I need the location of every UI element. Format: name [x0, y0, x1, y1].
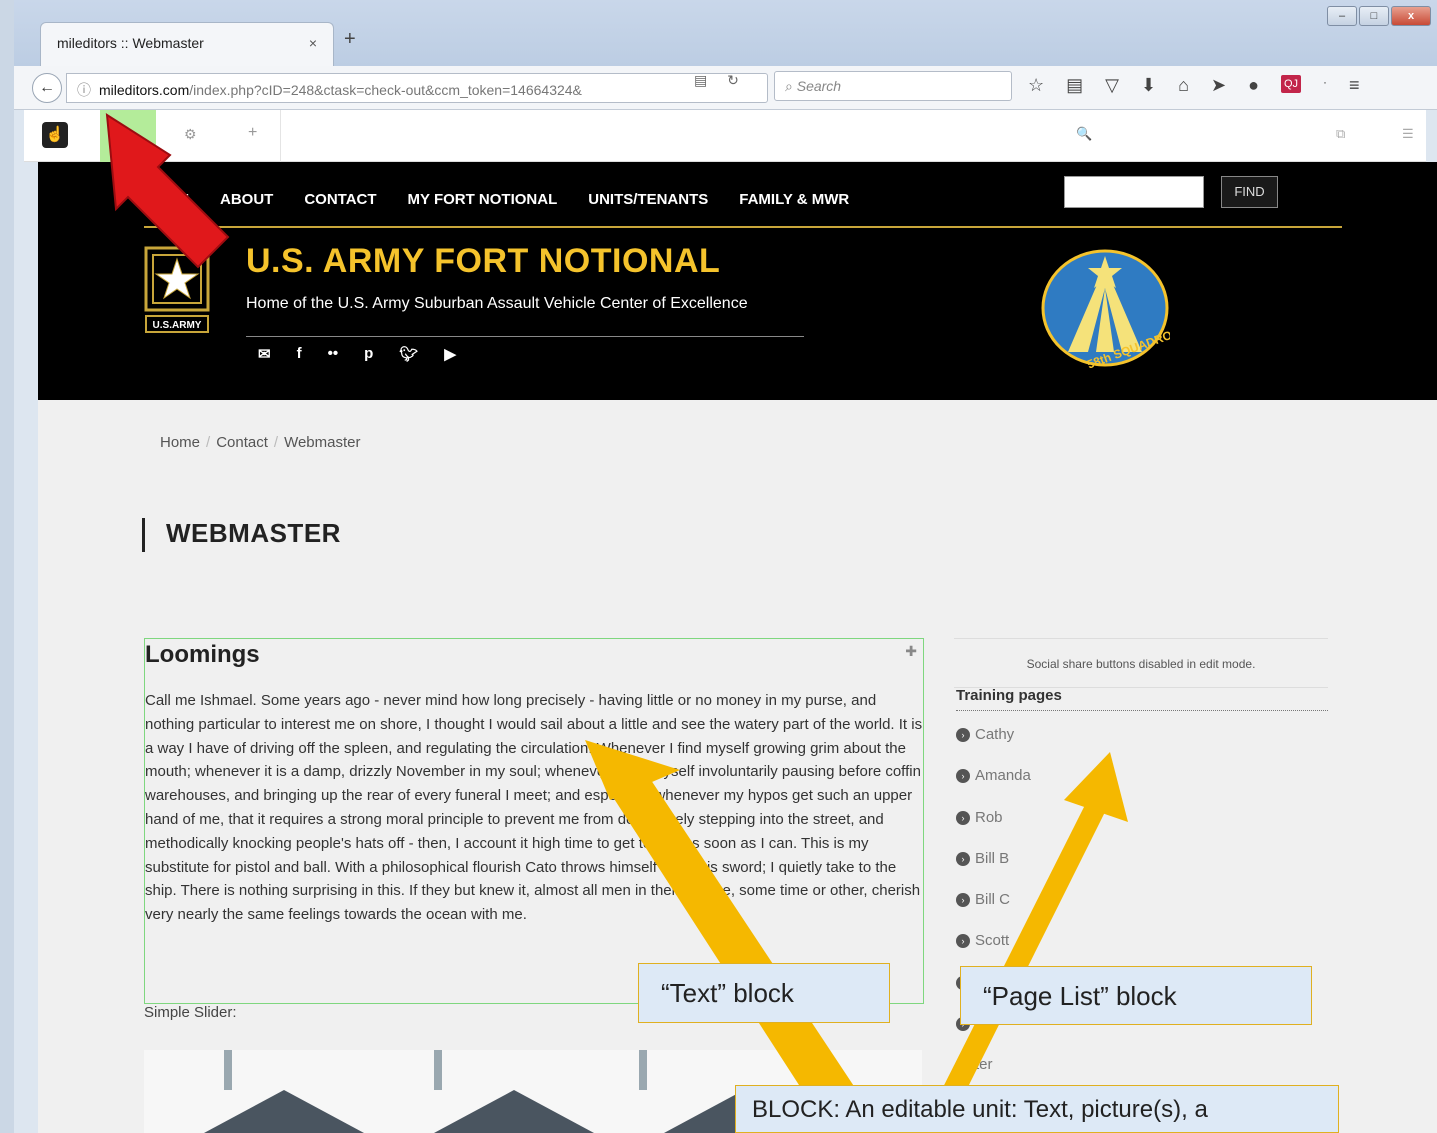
- bookmark-star-icon[interactable]: ☆: [1028, 75, 1044, 96]
- chevron-right-icon: ›: [956, 851, 970, 866]
- dashboard-icon[interactable]: ☰: [1402, 126, 1414, 142]
- flickr-icon[interactable]: ••: [328, 345, 339, 363]
- breadcrumb-current: Webmaster: [284, 434, 361, 451]
- page-list-item[interactable]: › Bill C: [956, 891, 1031, 932]
- url-bar[interactable]: ⓘ mileditors.com/index.php?cID=248&ctask=…: [66, 73, 768, 103]
- window-controls: – □ x: [1327, 6, 1431, 26]
- add-block-icon[interactable]: +: [248, 124, 257, 142]
- site-subtitle: Home of the U.S. Army Suburban Assault V…: [246, 295, 748, 312]
- search-placeholder: Search: [796, 78, 842, 94]
- facebook-icon[interactable]: f: [297, 345, 302, 363]
- block-definition-label: BLOCK: An editable unit: Text, picture(s…: [752, 1096, 1208, 1123]
- page-list-title: Training pages: [956, 687, 1328, 711]
- page-title: WEBMASTER: [142, 518, 341, 552]
- maximize-button[interactable]: □: [1359, 6, 1389, 26]
- move-handle-icon[interactable]: ✚: [905, 643, 917, 660]
- page-list: › Cathy › Amanda › Rob › Bill B › Bill C › Sco…: [956, 726, 1031, 1098]
- search-bar[interactable]: ⌕ Search: [774, 71, 1012, 101]
- chevron-right-icon: ›: [956, 810, 970, 825]
- slider-label: Simple Slider:: [144, 1004, 237, 1021]
- url-path: /index.php?cID=248&ctask=check-out&ccm_t…: [189, 82, 582, 98]
- page-list-callout-label: “Page List” block: [983, 981, 1177, 1011]
- site-header: HOME ABOUT CONTACT MY FORT NOTIONAL UNIT…: [38, 162, 1437, 400]
- sitemap-icon[interactable]: ⧉: [1336, 126, 1345, 142]
- main-nav: HOME ABOUT CONTACT MY FORT NOTIONAL UNIT…: [144, 191, 849, 208]
- page-list-item[interactable]: › Rob: [956, 809, 1031, 850]
- nav-about[interactable]: ABOUT: [220, 191, 273, 208]
- new-tab-button[interactable]: +: [344, 28, 356, 51]
- page-list-callout: “Page List” block: [960, 966, 1312, 1025]
- reader-view-icon[interactable]: ▤: [694, 72, 707, 88]
- chevron-right-icon: ›: [956, 769, 970, 784]
- pocket-icon[interactable]: ▽: [1105, 75, 1119, 96]
- cms-toolbar: ☝ ⚙ + 🔍 ⧉ ☰: [24, 110, 1426, 162]
- subtitle-divider: [246, 336, 804, 337]
- breadcrumb: Home / Contact / Webmaster: [160, 434, 361, 451]
- title-bar: mileditors :: Webmaster × + – □ x: [14, 0, 1437, 66]
- text-block-callout: “Text” block: [638, 963, 890, 1023]
- send-icon[interactable]: ➤: [1211, 75, 1226, 96]
- tab-title: mileditors :: Webmaster: [57, 35, 204, 51]
- url-actions: ▤ ↻: [694, 72, 739, 89]
- back-arrow-icon[interactable]: ←: [32, 73, 62, 103]
- site-title[interactable]: U.S. ARMY FORT NOTIONAL: [246, 242, 720, 281]
- header-divider: [144, 226, 1342, 228]
- info-icon[interactable]: ⓘ: [77, 82, 91, 98]
- block-definition-callout: BLOCK: An editable unit: Text, picture(s…: [735, 1085, 1339, 1133]
- download-icon[interactable]: ⬇: [1141, 75, 1156, 96]
- browser-tab[interactable]: mileditors :: Webmaster ×: [40, 22, 334, 66]
- chevron-right-icon: ›: [956, 1058, 970, 1073]
- toolbar-divider: [280, 110, 281, 162]
- page-list-item[interactable]: › Amanda: [956, 767, 1031, 808]
- chevron-right-icon: ›: [956, 728, 970, 742]
- mail-icon[interactable]: ✉: [258, 345, 271, 363]
- twitter-icon[interactable]: 🐦︎: [399, 345, 418, 363]
- breadcrumb-home[interactable]: Home: [160, 434, 200, 451]
- page-list-item[interactable]: › Cathy: [956, 726, 1031, 767]
- social-links: ✉ f •• p 🐦︎ ▶: [258, 345, 456, 363]
- cms-logo-icon[interactable]: ☝: [42, 122, 68, 148]
- youtube-icon[interactable]: ▶: [444, 345, 456, 363]
- chevron-right-icon: ›: [956, 893, 970, 908]
- site-search-input[interactable]: [1064, 176, 1204, 208]
- pinterest-icon[interactable]: p: [364, 345, 373, 363]
- magnifier-icon: ⌕: [785, 78, 793, 94]
- cms-search-icon[interactable]: 🔍: [1076, 126, 1092, 142]
- url-host: mileditors.com: [99, 82, 190, 98]
- close-button[interactable]: x: [1391, 6, 1431, 26]
- nav-units-tenants[interactable]: UNITS/TENANTS: [588, 191, 708, 208]
- reload-icon[interactable]: ↻: [727, 72, 739, 88]
- text-block-body: Call me Ishmael. Some years ago - never …: [145, 692, 923, 924]
- settings-gear-icon[interactable]: ⚙: [184, 126, 197, 143]
- nav-home[interactable]: HOME: [144, 191, 189, 208]
- nav-family-mwr[interactable]: FAMILY & MWR: [739, 191, 849, 208]
- squadron-badge-logo: 58th SQUADRON: [1041, 249, 1170, 368]
- army-label: U.S.ARMY: [153, 320, 202, 331]
- edit-mode-button[interactable]: [100, 110, 156, 162]
- breadcrumb-contact[interactable]: Contact: [216, 434, 268, 451]
- tab-close-icon[interactable]: ×: [309, 35, 317, 51]
- addon-icon[interactable]: QJ: [1280, 75, 1301, 93]
- chat-icon[interactable]: ●: [1248, 75, 1259, 96]
- find-button[interactable]: FIND: [1221, 176, 1278, 208]
- minimize-button[interactable]: –: [1327, 6, 1357, 26]
- page-list-item[interactable]: › Bill B: [956, 850, 1031, 891]
- text-block-heading: Loomings: [145, 641, 260, 668]
- home-icon[interactable]: ⌂: [1178, 75, 1189, 96]
- overflow-dot-icon[interactable]: ·: [1323, 75, 1327, 96]
- chevron-right-icon: ›: [956, 934, 970, 949]
- text-block-callout-label: “Text” block: [661, 978, 794, 1008]
- text-block[interactable]: Loomings ✚ Call me Ishmael. Some years a…: [144, 638, 924, 1004]
- nav-contact[interactable]: CONTACT: [304, 191, 376, 208]
- army-star-logo[interactable]: U.S.ARMY: [144, 246, 210, 334]
- navigation-toolbar: ← ⓘ mileditors.com/index.php?cID=248&ctas…: [14, 66, 1437, 110]
- nav-my-fort-notional[interactable]: MY FORT NOTIONAL: [408, 191, 558, 208]
- toolbar-icons: ☆ ▤ ▽ ⬇ ⌂ ➤ ● QJ · ≡: [1028, 75, 1360, 96]
- menu-icon[interactable]: ≡: [1349, 75, 1360, 96]
- bookmarks-list-icon[interactable]: ▤: [1066, 75, 1083, 96]
- social-share-notice: Social share buttons disabled in edit mo…: [954, 638, 1328, 688]
